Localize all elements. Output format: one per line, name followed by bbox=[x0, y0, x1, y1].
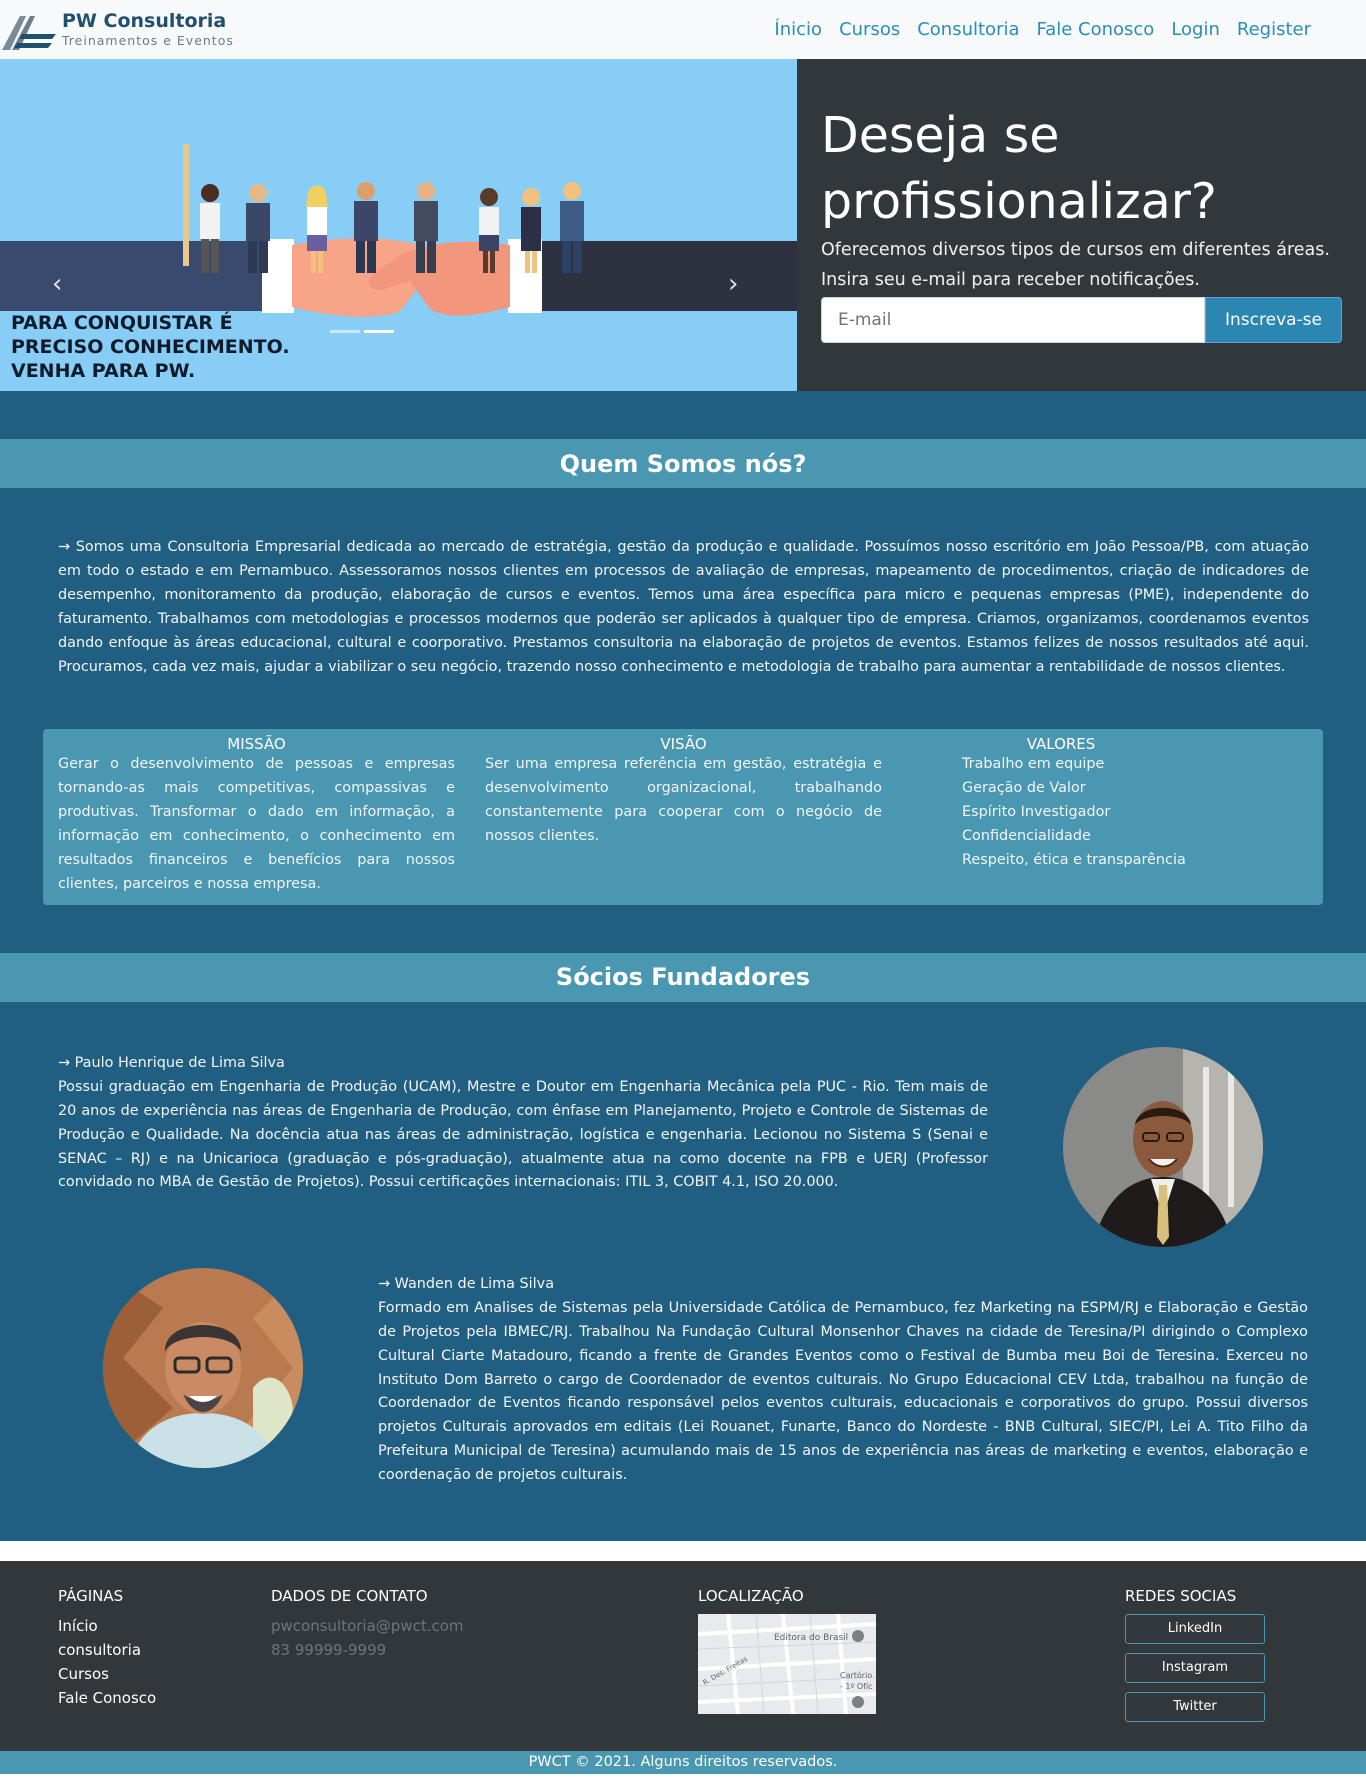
footer-link-inicio[interactable]: Início bbox=[58, 1614, 271, 1638]
founder-name: → Wanden de Lima Silva bbox=[378, 1275, 555, 1292]
footer-location: LOCALIZAÇÃO Editora do Brasil R. Des. Fr… bbox=[697, 1587, 1125, 1751]
founder-text: → Paulo Henrique de Lima Silva Possui gr… bbox=[58, 1052, 988, 1195]
linkedin-button[interactable]: LinkedIn bbox=[1125, 1614, 1265, 1645]
founder-name: → Paulo Henrique de Lima Silva bbox=[58, 1054, 285, 1071]
footer-link-cursos[interactable]: Cursos bbox=[58, 1662, 271, 1686]
carousel-caption-line: PARA CONQUISTAR É bbox=[11, 312, 233, 334]
founders-title: Sócios Fundadores bbox=[0, 952, 1366, 1002]
founder-photo bbox=[103, 1267, 303, 1468]
mission-text: Gerar o desenvolvimento de pessoas e emp… bbox=[58, 756, 455, 892]
footer-pages-title: PÁGINAS bbox=[58, 1587, 124, 1606]
vision-title: VISÃO bbox=[660, 735, 707, 754]
signup-line-1: Oferecemos diversos tipos de cursos em d… bbox=[821, 240, 1330, 260]
carousel-indicators bbox=[330, 330, 394, 333]
nav-link-cursos[interactable]: Cursos bbox=[839, 19, 900, 40]
founder-card: → Paulo Henrique de Lima Silva Possui gr… bbox=[0, 1002, 1366, 1247]
carousel-prev-button[interactable]: ‹ bbox=[52, 269, 62, 299]
founder-avatar-image bbox=[103, 1267, 303, 1468]
brand-subtitle: Treinamentos e Eventos bbox=[62, 32, 234, 48]
footer-social-title: REDES SOCIAS bbox=[1125, 1587, 1237, 1606]
nav-link-register[interactable]: Register bbox=[1237, 19, 1311, 40]
list-item: Respeito, ética e transparência bbox=[962, 852, 1186, 869]
nav-link-inicio[interactable]: Ínicio bbox=[774, 19, 822, 40]
carousel-caption-line: PRECISO CONHECIMENTO. bbox=[11, 336, 290, 358]
values-list: Trabalho em equipe Geração de Valor Espí… bbox=[920, 753, 1202, 873]
mission-vision-values-card: MISSÃO Gerar o desenvolvimento de pessoa… bbox=[43, 729, 1323, 905]
list-item: Espírito Investigador bbox=[962, 804, 1111, 821]
contact-email: pwconsultoria@pwct.com bbox=[271, 1617, 464, 1636]
main-nav: Ínicio Cursos Consultoria Fale Conosco L… bbox=[774, 19, 1311, 40]
about-title: Quem Somos nós? bbox=[0, 439, 1366, 488]
carousel-indicator-2[interactable] bbox=[364, 330, 394, 333]
vision-text: Ser uma empresa referência em gestão, es… bbox=[485, 756, 882, 845]
footer-location-title: LOCALIZAÇÃO bbox=[698, 1587, 804, 1606]
brand[interactable]: PW Consultoria Treinamentos e Eventos bbox=[0, 0, 234, 59]
footer-link-fale-conosco[interactable]: Fale Conosco bbox=[58, 1686, 271, 1710]
map-label: Cartório bbox=[840, 1670, 872, 1680]
values-title: VALORES bbox=[1026, 735, 1096, 754]
main-content: Quem Somos nós? → Somos uma Consultoria … bbox=[0, 391, 1366, 1542]
section-divider bbox=[0, 1541, 1366, 1562]
email-input[interactable] bbox=[821, 297, 1205, 343]
newsletter-signup: Deseja se profissionalizar? Oferecemos d… bbox=[797, 59, 1366, 391]
footer-social: REDES SOCIAS LinkedIn Instagram Twitter bbox=[1125, 1587, 1265, 1751]
footer-contact: DADOS DE CONTATO pwconsultoria@pwct.com … bbox=[271, 1587, 698, 1751]
signup-form: Inscreva-se bbox=[821, 297, 1342, 343]
hero: ‹ › PARA CONQUISTAR É PRECISO CONHECIMEN… bbox=[0, 59, 1366, 391]
founder-text: → Wanden de Lima Silva Formado em Analis… bbox=[378, 1273, 1308, 1488]
mission-title: MISSÃO bbox=[227, 735, 286, 754]
brand-logo-icon bbox=[2, 15, 56, 50]
instagram-button[interactable]: Instagram bbox=[1125, 1653, 1265, 1684]
carousel[interactable]: ‹ › PARA CONQUISTAR É PRECISO CONHECIMEN… bbox=[0, 59, 797, 391]
location-map[interactable]: Editora do Brasil R. Des. Freitas Cartór… bbox=[697, 1613, 877, 1715]
values-column: VALORES Trabalho em equipe Geração de Va… bbox=[920, 735, 1202, 896]
footer-link-consultoria[interactable]: consultoria bbox=[58, 1638, 271, 1662]
signup-line-2: Insira seu e-mail para receber notificaç… bbox=[821, 270, 1200, 290]
footer: PÁGINAS Início consultoria Cursos Fale C… bbox=[0, 1561, 1366, 1752]
navbar: PW Consultoria Treinamentos e Eventos Ín… bbox=[0, 0, 1366, 59]
subscribe-button[interactable]: Inscreva-se bbox=[1205, 297, 1342, 343]
carousel-next-button[interactable]: › bbox=[728, 269, 738, 299]
founder-bio: Possui graduação em Engenharia de Produç… bbox=[58, 1078, 988, 1191]
carousel-caption: PARA CONQUISTAR É PRECISO CONHECIMENTO. … bbox=[11, 311, 290, 383]
carousel-indicator-1[interactable] bbox=[330, 330, 360, 333]
signup-heading: Deseja se profissionalizar? bbox=[821, 107, 1217, 230]
nav-link-consultoria[interactable]: Consultoria bbox=[917, 19, 1019, 40]
list-item: Geração de Valor bbox=[962, 780, 1086, 797]
vision-column: VISÃO Ser uma empresa referência em gest… bbox=[485, 735, 882, 896]
list-item: Trabalho em equipe bbox=[962, 756, 1105, 773]
founder-card: → Wanden de Lima Silva Formado em Analis… bbox=[0, 1247, 1366, 1488]
founder-avatar-image bbox=[1063, 1046, 1263, 1247]
twitter-button[interactable]: Twitter bbox=[1125, 1692, 1265, 1723]
footer-pages: PÁGINAS Início consultoria Cursos Fale C… bbox=[58, 1587, 271, 1751]
nav-link-fale-conosco[interactable]: Fale Conosco bbox=[1037, 19, 1155, 40]
nav-link-login[interactable]: Login bbox=[1171, 19, 1220, 40]
footer-contact-title: DADOS DE CONTATO bbox=[271, 1587, 428, 1606]
copyright-bar: PWCT © 2021. Alguns direitos reservados. bbox=[0, 1751, 1366, 1775]
founder-bio: Formado em Analises de Sistemas pela Uni… bbox=[378, 1299, 1308, 1484]
founder-photo bbox=[1063, 1046, 1263, 1247]
carousel-caption-line: VENHA PARA PW. bbox=[11, 360, 196, 382]
list-item: Confidencialidade bbox=[962, 828, 1091, 845]
about-text: → Somos uma Consultoria Empresarial dedi… bbox=[58, 539, 1309, 675]
map-label: Editora do Brasil bbox=[774, 1633, 848, 1643]
map-label: - 1º Ofíc bbox=[840, 1682, 873, 1691]
brand-title: PW Consultoria bbox=[62, 9, 227, 32]
brand-text: PW Consultoria Treinamentos e Eventos bbox=[62, 9, 234, 48]
contact-phone: 83 99999-9999 bbox=[271, 1641, 387, 1660]
mission-column: MISSÃO Gerar o desenvolvimento de pessoa… bbox=[58, 735, 455, 896]
